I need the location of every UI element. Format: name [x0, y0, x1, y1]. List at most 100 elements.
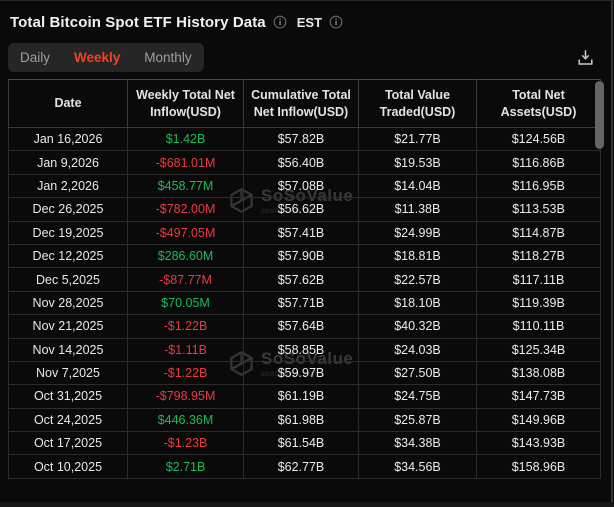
etf-history-table: Date Weekly Total Net Inflow(USD) Cumula… — [8, 79, 601, 479]
col-header-value-traded: Total Value Traded(USD) — [358, 79, 477, 128]
cell-cumulative-inflow: $62.77B — [243, 454, 359, 479]
table-row: Jan 9,2026 -$681.01M $56.40B $19.53B $116.86… — [8, 150, 601, 175]
cell-value-traded: $18.10B — [358, 290, 477, 316]
etf-history-panel: Total Bitcoin Spot ETF History Data EST … — [0, 0, 614, 507]
cell-date: Jan 2,2026 — [8, 173, 128, 199]
cell-cumulative-inflow: $57.82B — [243, 126, 359, 152]
table-row: Nov 7,2025 -$1.22B $59.97B $27.50B $138.08B — [8, 360, 601, 386]
cell-net-assets: $138.08B — [476, 360, 601, 386]
cell-net-assets: $113.53B — [476, 197, 601, 222]
cell-cumulative-inflow: $57.62B — [243, 267, 359, 292]
table-row: Dec 26,2025 -$782.00M $56.62B $11.38B $113.5… — [8, 197, 601, 222]
cell-cumulative-inflow: $61.19B — [243, 384, 359, 409]
cell-date: Oct 31,2025 — [8, 384, 128, 409]
cell-date: Nov 28,2025 — [8, 290, 128, 316]
table-row: Oct 24,2025 $446.36M $61.98B $25.87B $149.96… — [8, 407, 601, 433]
vertical-scrollbar-thumb[interactable] — [595, 81, 604, 149]
cell-date: Oct 17,2025 — [8, 431, 128, 456]
cell-cumulative-inflow: $61.54B — [243, 431, 359, 456]
cell-cumulative-inflow: $57.71B — [243, 290, 359, 316]
cell-cumulative-inflow: $57.41B — [243, 220, 359, 245]
cell-net-assets: $147.73B — [476, 384, 601, 409]
cell-net-assets: $117.11B — [476, 267, 601, 292]
tab-daily[interactable]: Daily — [20, 50, 50, 65]
cell-weekly-inflow: $70.05M — [127, 290, 244, 316]
table-row: Nov 28,2025 $70.05M $57.71B $18.10B $119.39B — [8, 290, 601, 316]
cell-date: Oct 24,2025 — [8, 407, 128, 433]
cell-date: Oct 10,2025 — [8, 454, 128, 479]
cell-date: Dec 12,2025 — [8, 243, 128, 269]
cell-weekly-inflow: -$1.23B — [127, 431, 244, 456]
tab-weekly[interactable]: Weekly — [74, 50, 120, 65]
cell-weekly-inflow: -$681.01M — [127, 150, 244, 175]
cell-cumulative-inflow: $58.85B — [243, 337, 359, 362]
cell-weekly-inflow: -$1.22B — [127, 314, 244, 339]
cell-date: Dec 5,2025 — [8, 267, 128, 292]
cell-net-assets: $124.56B — [476, 126, 601, 152]
cell-value-traded: $25.87B — [358, 407, 477, 433]
cell-net-assets: $116.86B — [476, 150, 601, 175]
cell-cumulative-inflow: $56.62B — [243, 197, 359, 222]
cell-value-traded: $40.32B — [358, 314, 477, 339]
cell-cumulative-inflow: $57.08B — [243, 173, 359, 199]
table-row: Dec 19,2025 -$497.05M $57.41B $24.99B $114.8… — [8, 220, 601, 245]
cell-net-assets: $116.95B — [476, 173, 601, 199]
cell-weekly-inflow: $2.71B — [127, 454, 244, 479]
table-row: Jan 2,2026 $458.77M $57.08B $14.04B $116.95B — [8, 173, 601, 199]
table-row: Dec 5,2025 -$87.77M $57.62B $22.57B $117.11B — [8, 267, 601, 292]
cell-net-assets: $149.96B — [476, 407, 601, 433]
table-header-row: Date Weekly Total Net Inflow(USD) Cumula… — [8, 79, 601, 128]
cell-value-traded: $24.99B — [358, 220, 477, 245]
cell-weekly-inflow: -$1.22B — [127, 360, 244, 386]
cell-weekly-inflow: -$1.11B — [127, 337, 244, 362]
cell-cumulative-inflow: $59.97B — [243, 360, 359, 386]
cell-value-traded: $14.04B — [358, 173, 477, 199]
cell-value-traded: $19.53B — [358, 150, 477, 175]
title-info-icon[interactable] — [273, 15, 287, 29]
cell-net-assets: $114.87B — [476, 220, 601, 245]
table-row: Oct 17,2025 -$1.23B $61.54B $34.38B $143.93B — [8, 431, 601, 456]
bottom-strip — [0, 502, 614, 507]
cell-net-assets: $125.34B — [476, 337, 601, 362]
cell-date: Nov 14,2025 — [8, 337, 128, 362]
col-header-net-assets: Total Net Assets(USD) — [476, 79, 601, 128]
cell-date: Dec 19,2025 — [8, 220, 128, 245]
cell-net-assets: $143.93B — [476, 431, 601, 456]
cell-weekly-inflow: $1.42B — [127, 126, 244, 152]
cell-value-traded: $27.50B — [358, 360, 477, 386]
cell-weekly-inflow: $458.77M — [127, 173, 244, 199]
table-row: Nov 21,2025 -$1.22B $57.64B $40.32B $110.11B — [8, 314, 601, 339]
cell-value-traded: $11.38B — [358, 197, 477, 222]
cell-weekly-inflow: $446.36M — [127, 407, 244, 433]
timezone-info-icon[interactable] — [329, 15, 343, 29]
cell-date: Nov 21,2025 — [8, 314, 128, 339]
cell-value-traded: $24.03B — [358, 337, 477, 362]
cell-date: Jan 9,2026 — [8, 150, 128, 175]
cell-weekly-inflow: -$782.00M — [127, 197, 244, 222]
cell-weekly-inflow: $286.60M — [127, 243, 244, 269]
cell-cumulative-inflow: $57.64B — [243, 314, 359, 339]
download-icon — [577, 49, 593, 65]
tab-monthly[interactable]: Monthly — [144, 50, 191, 65]
download-button[interactable] — [573, 45, 597, 69]
cell-cumulative-inflow: $56.40B — [243, 150, 359, 175]
cell-net-assets: $110.11B — [476, 314, 601, 339]
cell-net-assets: $119.39B — [476, 290, 601, 316]
table-row: Oct 10,2025 $2.71B $62.77B $34.56B $158.96B — [8, 454, 601, 479]
cell-value-traded: $24.75B — [358, 384, 477, 409]
col-header-weekly-inflow: Weekly Total Net Inflow(USD) — [127, 79, 244, 128]
cell-value-traded: $22.57B — [358, 267, 477, 292]
col-header-cumulative-inflow: Cumulative Total Net Inflow(USD) — [243, 79, 359, 128]
col-header-date: Date — [8, 79, 128, 128]
cell-weekly-inflow: -$87.77M — [127, 267, 244, 292]
table-row: Oct 31,2025 -$798.95M $61.19B $24.75B $147.7… — [8, 384, 601, 409]
page-title: Total Bitcoin Spot ETF History Data — [10, 13, 266, 31]
cell-value-traded: $21.77B — [358, 126, 477, 152]
cell-net-assets: $158.96B — [476, 454, 601, 479]
table-row: Dec 12,2025 $286.60M $57.90B $18.81B $118.27… — [8, 243, 601, 269]
cell-value-traded: $18.81B — [358, 243, 477, 269]
cell-value-traded: $34.38B — [358, 431, 477, 456]
panel-header: Total Bitcoin Spot ETF History Data EST — [10, 12, 343, 32]
timezone-label: EST — [296, 14, 323, 30]
cell-weekly-inflow: -$497.05M — [127, 220, 244, 245]
